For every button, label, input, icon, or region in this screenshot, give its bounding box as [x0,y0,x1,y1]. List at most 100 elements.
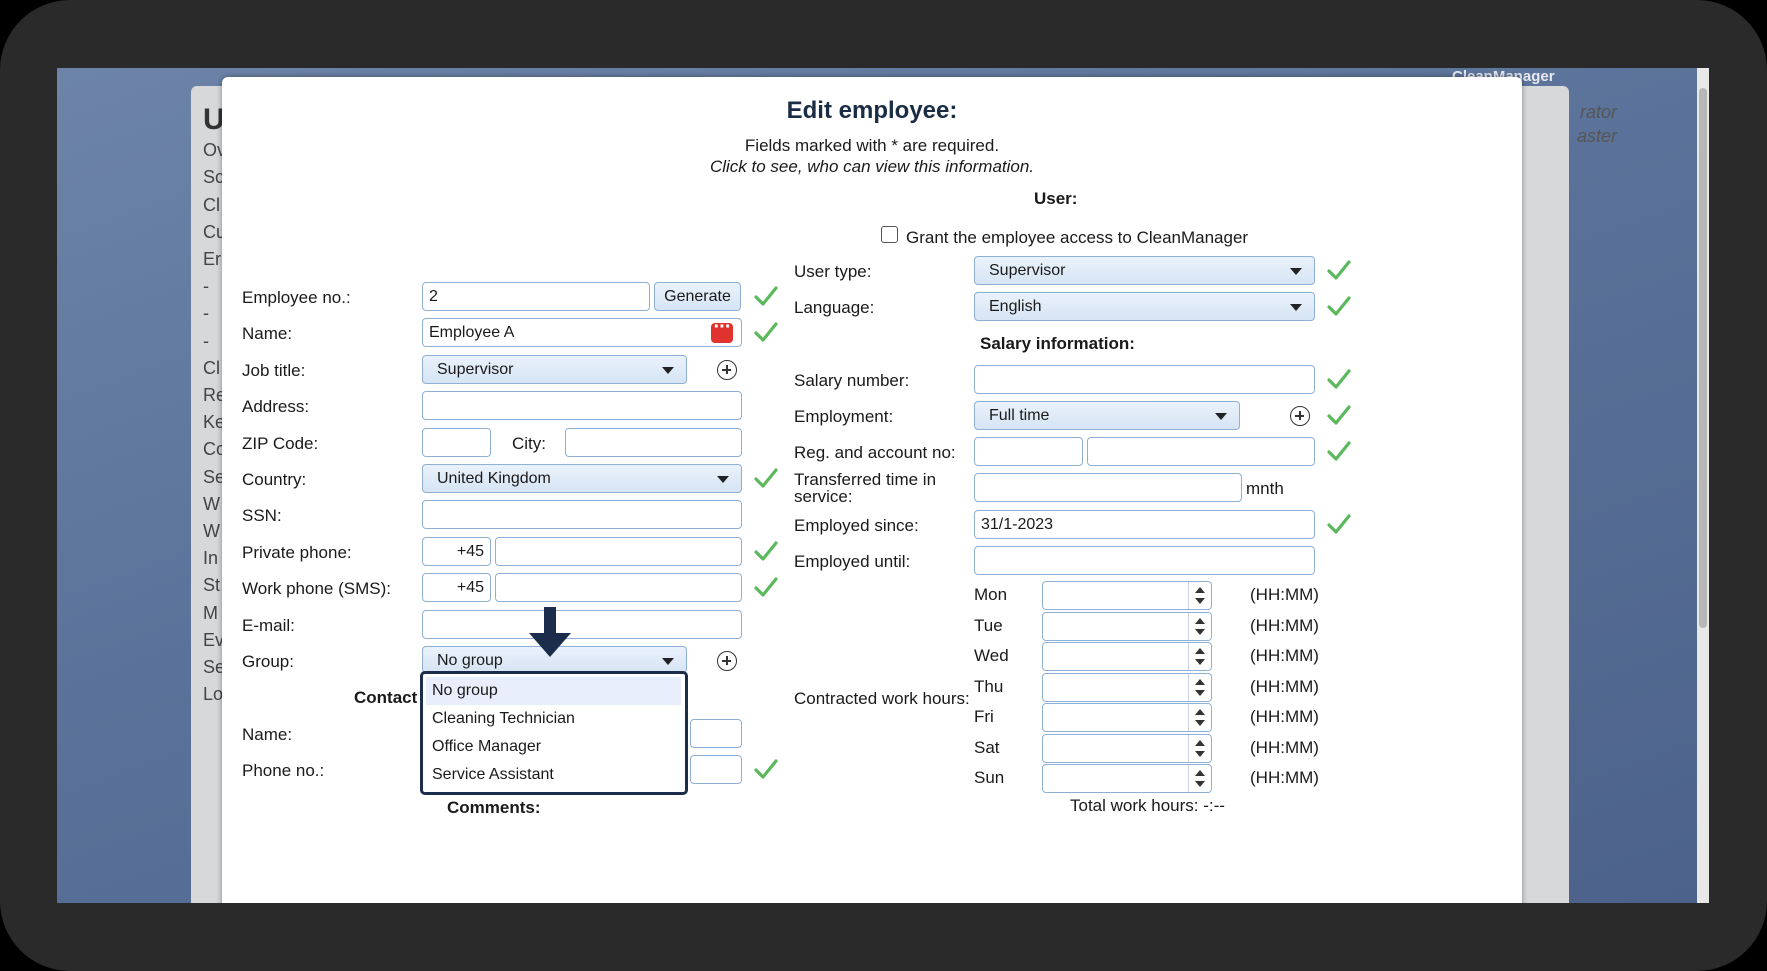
reg-account-label: Reg. and account no: [794,443,956,462]
check-icon [1327,295,1351,317]
email-input[interactable] [422,610,742,639]
total-hours: Total work hours: -:-- [1070,796,1225,815]
salary-number-input[interactable] [974,365,1315,394]
increment-icon[interactable] [1195,618,1205,624]
group-option-service-assistant[interactable]: Service Assistant [426,761,681,789]
transferred-input[interactable] [974,473,1242,502]
work-hours-stepper[interactable] [1042,581,1212,610]
group-option-office-manager[interactable]: Office Manager [426,733,681,761]
employment-select[interactable]: Full time [974,401,1240,430]
work-phone-input[interactable] [495,573,742,602]
group-dropdown-list[interactable]: No group Cleaning Technician Office Mana… [420,671,688,795]
work-hours-stepper[interactable] [1042,612,1212,641]
increment-icon[interactable] [1195,770,1205,776]
country-value: United Kingdom [437,470,551,487]
zip-input[interactable] [422,428,491,457]
private-phone-input[interactable] [495,537,742,566]
add-group-icon[interactable] [717,651,737,671]
increment-icon[interactable] [1195,587,1205,593]
increment-icon[interactable] [1195,709,1205,715]
decrement-icon[interactable] [1195,751,1205,757]
scrollbar-thumb[interactable] [1699,88,1707,628]
dialog-title: Edit employee: [786,97,958,124]
generate-button[interactable]: Generate [654,282,741,311]
decrement-icon[interactable] [1195,720,1205,726]
check-icon [754,467,778,489]
check-icon [1327,368,1351,390]
language-value: English [989,298,1042,315]
job-title-value: Supervisor [437,361,514,378]
visibility-link[interactable]: Click to see, who can view this informat… [222,157,1522,177]
stepper-buttons[interactable] [1188,643,1211,670]
group-option-no-group[interactable]: No group [426,677,681,705]
contact-name-input[interactable] [690,719,742,748]
edit-employee-dialog: Edit employee: Fields marked with * are … [222,77,1522,903]
work-hours-stepper[interactable] [1042,764,1212,793]
check-icon [754,285,778,307]
grant-access-label[interactable]: Grant the employee access to CleanManage… [906,228,1248,248]
background-user-role[interactable]: rator [1517,100,1617,124]
employed-since-input[interactable]: 31/1-2023 [974,510,1315,539]
stepper-buttons[interactable] [1188,735,1211,762]
user-type-select[interactable]: Supervisor [974,256,1315,285]
group-option-cleaning-technician[interactable]: Cleaning Technician [426,705,681,733]
password-manager-icon[interactable] [711,319,733,343]
check-icon [754,540,778,562]
language-select[interactable]: English [974,292,1315,321]
stepper-buttons[interactable] [1188,765,1211,792]
decrement-icon[interactable] [1195,659,1205,665]
account-no-input[interactable] [1087,437,1315,466]
grant-access-checkbox[interactable] [881,226,898,243]
salary-number-label: Salary number: [794,371,910,390]
contact-phone-input[interactable] [690,755,742,784]
contracted-hours-label: Contracted work hours: [794,689,970,708]
work-hours-stepper[interactable] [1042,734,1212,763]
decrement-icon[interactable] [1195,629,1205,635]
work-hours-stepper[interactable] [1042,703,1212,732]
decrement-icon[interactable] [1195,781,1205,787]
salary-heading: Salary information: [980,334,1135,353]
check-icon [1327,259,1351,281]
employed-until-label: Employed until: [794,552,911,571]
screen: CleanManager U OvScClCuEr---ClReKeCoSeWW… [57,68,1709,903]
increment-icon[interactable] [1195,648,1205,654]
country-select[interactable]: United Kingdom [422,464,742,493]
chevron-down-icon [717,476,729,483]
increment-icon[interactable] [1195,740,1205,746]
stepper-buttons[interactable] [1188,674,1211,701]
work-hours-stepper[interactable] [1042,673,1212,702]
decrement-icon[interactable] [1195,690,1205,696]
employee-no-input[interactable]: 2 [422,282,650,311]
work-phone-code[interactable]: +45 [422,573,491,602]
employed-until-input[interactable] [974,546,1315,575]
check-icon [754,321,778,343]
decrement-icon[interactable] [1195,598,1205,604]
day-label: Wed [974,646,1009,665]
name-input[interactable]: Employee A [422,318,742,347]
user-type-value: Supervisor [989,262,1066,279]
add-job-title-icon[interactable] [717,360,737,380]
contact-heading: Contact [354,688,418,707]
address-input[interactable] [422,391,742,420]
work-phone-label: Work phone (SMS): [242,579,391,598]
transferred-unit: mnth [1246,479,1284,498]
add-employment-icon[interactable] [1290,406,1310,426]
job-title-select[interactable]: Supervisor [422,355,687,384]
reg-no-input[interactable] [974,437,1083,466]
page-scrollbar[interactable] [1697,68,1709,903]
work-hours-stepper[interactable] [1042,642,1212,671]
stepper-buttons[interactable] [1188,582,1211,609]
day-label: Fri [974,707,994,726]
stepper-buttons[interactable] [1188,704,1211,731]
check-icon [754,576,778,598]
stepper-buttons[interactable] [1188,613,1211,640]
check-icon [1327,440,1351,462]
city-input[interactable] [565,428,742,457]
private-phone-code[interactable]: +45 [422,537,491,566]
background-user-master[interactable]: aster [1517,124,1617,148]
day-label: Sun [974,768,1005,787]
job-title-label: Job title: [242,361,306,380]
private-phone-label: Private phone: [242,543,352,562]
ssn-input[interactable] [422,500,742,529]
increment-icon[interactable] [1195,679,1205,685]
